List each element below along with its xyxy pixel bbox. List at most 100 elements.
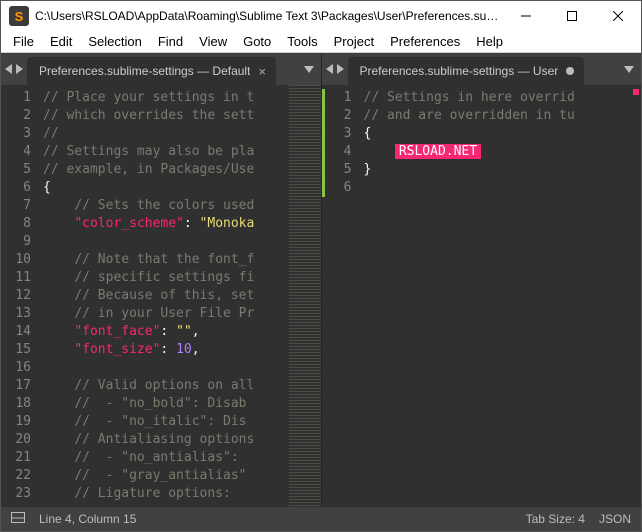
- code-line[interactable]: RSLOAD.NET: [364, 143, 610, 161]
- gutter-right[interactable]: 123456: [322, 85, 360, 507]
- code-line[interactable]: // - "no_italic": Dis: [43, 413, 289, 431]
- line-number[interactable]: 10: [4, 251, 31, 269]
- code-line[interactable]: // Place your settings in t: [43, 89, 289, 107]
- code-line[interactable]: // - "no_bold": Disab: [43, 395, 289, 413]
- code-right[interactable]: // Settings in here overrid// and are ov…: [360, 85, 610, 507]
- editors: 1234567891011121314151617181920212223 //…: [1, 85, 641, 507]
- code-line[interactable]: // specific settings fi: [43, 269, 289, 287]
- line-number[interactable]: 7: [4, 197, 31, 215]
- code-line[interactable]: // Settings may also be pla: [43, 143, 289, 161]
- line-number[interactable]: 16: [4, 359, 31, 377]
- line-number[interactable]: 8: [4, 215, 31, 233]
- gutter-left[interactable]: 1234567891011121314151617181920212223: [1, 85, 39, 507]
- editor-left[interactable]: 1234567891011121314151617181920212223 //…: [1, 85, 322, 507]
- menu-view[interactable]: View: [191, 32, 235, 51]
- code-line[interactable]: "font_size": 10,: [43, 341, 289, 359]
- menu-preferences[interactable]: Preferences: [382, 32, 468, 51]
- line-number[interactable]: 1: [322, 89, 352, 107]
- menu-project[interactable]: Project: [326, 32, 382, 51]
- line-number[interactable]: 2: [4, 107, 31, 125]
- line-number[interactable]: 15: [4, 341, 31, 359]
- code-line[interactable]: // example, in Packages/Use: [43, 161, 289, 179]
- tab-right[interactable]: Preferences.sublime-settings — User: [348, 57, 585, 85]
- line-number[interactable]: 1: [4, 89, 31, 107]
- line-number[interactable]: 2: [322, 107, 352, 125]
- line-number[interactable]: 4: [4, 143, 31, 161]
- code-line[interactable]: [364, 179, 610, 197]
- chevron-left-icon: [326, 64, 333, 74]
- menu-goto[interactable]: Goto: [235, 32, 279, 51]
- code-line[interactable]: "font_face": "",: [43, 323, 289, 341]
- line-number[interactable]: 3: [4, 125, 31, 143]
- code-line[interactable]: // Because of this, set: [43, 287, 289, 305]
- code-line[interactable]: }: [364, 161, 610, 179]
- tab-overflow-right[interactable]: [617, 53, 641, 85]
- code-line[interactable]: // and are overridden in tu: [364, 107, 610, 125]
- minimap-right[interactable]: [609, 85, 641, 507]
- line-number[interactable]: 21: [4, 449, 31, 467]
- code-line[interactable]: // Antialiasing options: [43, 431, 289, 449]
- minimize-button[interactable]: [503, 1, 549, 31]
- code-line[interactable]: // which overrides the sett: [43, 107, 289, 125]
- tab-overflow-left[interactable]: [297, 53, 321, 85]
- code-line[interactable]: // - "gray_antialias": [43, 467, 289, 485]
- menu-edit[interactable]: Edit: [42, 32, 80, 51]
- line-number[interactable]: 20: [4, 431, 31, 449]
- line-number[interactable]: 14: [4, 323, 31, 341]
- line-number[interactable]: 4: [322, 143, 352, 161]
- menu-file[interactable]: File: [5, 32, 42, 51]
- menu-tools[interactable]: Tools: [279, 32, 325, 51]
- code-line[interactable]: // Note that the font_f: [43, 251, 289, 269]
- close-icon[interactable]: ×: [258, 64, 266, 79]
- line-number[interactable]: 19: [4, 413, 31, 431]
- editor-right[interactable]: 123456 // Settings in here overrid// and…: [322, 85, 642, 507]
- code-line[interactable]: {: [43, 179, 289, 197]
- code-left[interactable]: // Place your settings in t// which over…: [39, 85, 289, 507]
- maximize-button[interactable]: [549, 1, 595, 31]
- work-area: Preferences.sublime-settings — Default ×…: [1, 53, 641, 507]
- tab-history-nav-right[interactable]: [322, 53, 348, 85]
- menu-find[interactable]: Find: [150, 32, 191, 51]
- panel-switcher-icon[interactable]: [11, 512, 25, 526]
- status-position[interactable]: Line 4, Column 15: [39, 512, 136, 526]
- titlebar[interactable]: S C:\Users\RSLOAD\AppData\Roaming\Sublim…: [1, 1, 641, 31]
- menu-help[interactable]: Help: [468, 32, 511, 51]
- code-line[interactable]: // Sets the colors used: [43, 197, 289, 215]
- menu-selection[interactable]: Selection: [80, 32, 149, 51]
- line-number[interactable]: 9: [4, 233, 31, 251]
- code-line[interactable]: [43, 359, 289, 377]
- code-line[interactable]: //: [43, 125, 289, 143]
- tabstrip-row: Preferences.sublime-settings — Default ×…: [1, 53, 641, 85]
- menubar: File Edit Selection Find View Goto Tools…: [1, 31, 641, 53]
- tab-left[interactable]: Preferences.sublime-settings — Default ×: [27, 57, 276, 85]
- code-line[interactable]: // Ligature options:: [43, 485, 289, 503]
- code-line[interactable]: // Valid options on all: [43, 377, 289, 395]
- line-number[interactable]: 22: [4, 467, 31, 485]
- line-number[interactable]: 11: [4, 269, 31, 287]
- minimap-left[interactable]: [289, 85, 321, 507]
- status-syntax[interactable]: JSON: [599, 512, 631, 526]
- line-number[interactable]: 5: [4, 161, 31, 179]
- close-button[interactable]: [595, 1, 641, 31]
- code-line[interactable]: {: [364, 125, 610, 143]
- status-tabsize[interactable]: Tab Size: 4: [526, 512, 585, 526]
- code-line[interactable]: // - "no_antialias":: [43, 449, 289, 467]
- code-line[interactable]: // in your User File Pr: [43, 305, 289, 323]
- tab-history-nav-left[interactable]: [1, 53, 27, 85]
- line-number[interactable]: 3: [322, 125, 352, 143]
- dirty-indicator-icon[interactable]: [566, 67, 574, 75]
- line-number[interactable]: 6: [4, 179, 31, 197]
- statusbar: Line 4, Column 15 Tab Size: 4 JSON: [1, 507, 641, 531]
- line-number[interactable]: 23: [4, 485, 31, 503]
- code-line[interactable]: // Settings in here overrid: [364, 89, 610, 107]
- code-line[interactable]: "color_scheme": "Monoka: [43, 215, 289, 233]
- line-number[interactable]: 13: [4, 305, 31, 323]
- window-title: C:\Users\RSLOAD\AppData\Roaming\Sublime …: [35, 9, 503, 23]
- tab-right-label: Preferences.sublime-settings — User: [360, 64, 559, 78]
- code-line[interactable]: [43, 233, 289, 251]
- line-number[interactable]: 6: [322, 179, 352, 197]
- line-number[interactable]: 5: [322, 161, 352, 179]
- line-number[interactable]: 12: [4, 287, 31, 305]
- line-number[interactable]: 17: [4, 377, 31, 395]
- line-number[interactable]: 18: [4, 395, 31, 413]
